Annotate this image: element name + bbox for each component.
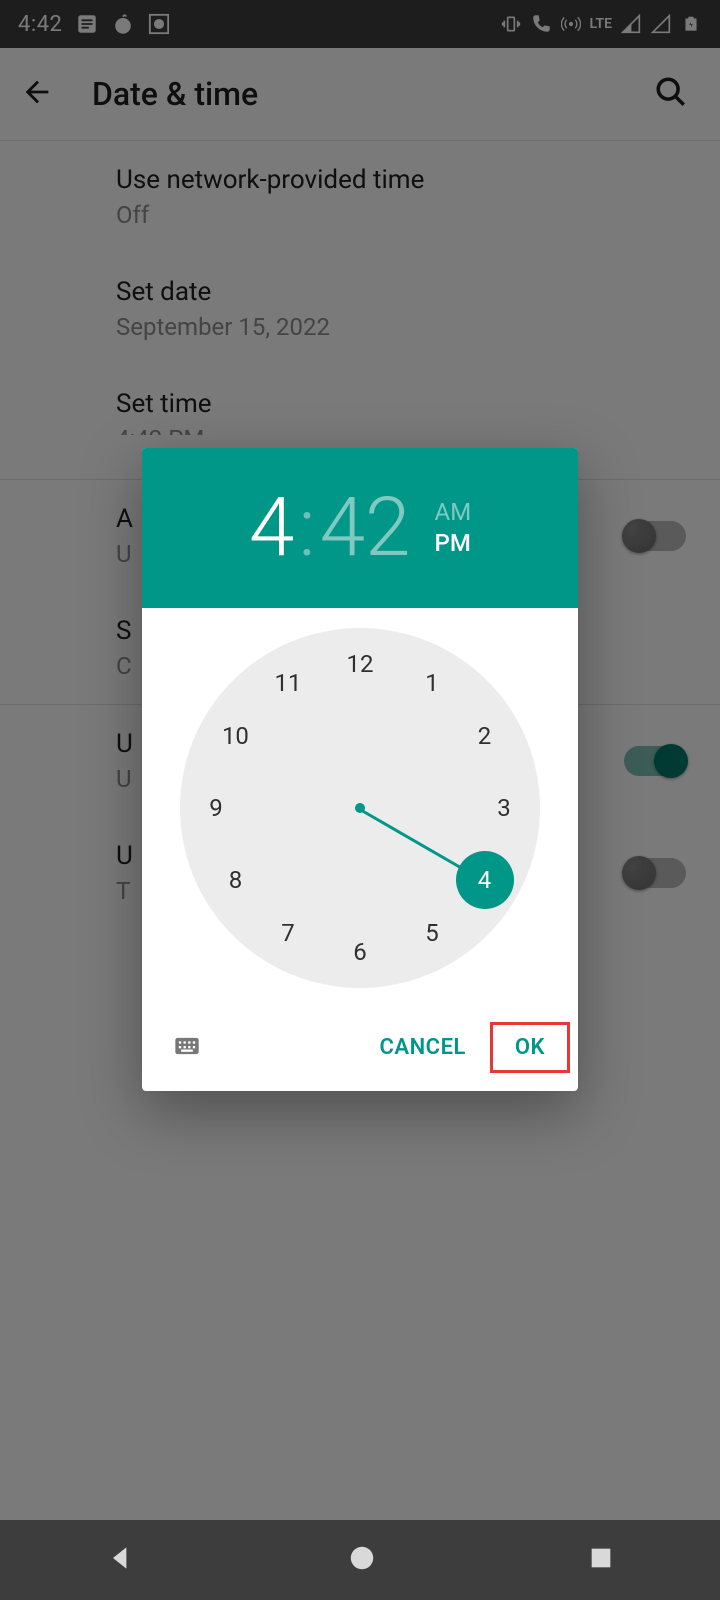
clock-num-2[interactable]: 2 bbox=[465, 716, 505, 756]
keyboard-input-icon[interactable] bbox=[162, 1024, 212, 1072]
clock-num-5[interactable]: 5 bbox=[412, 913, 452, 953]
clock-num-12[interactable]: 12 bbox=[340, 644, 380, 684]
time-picker-dialog: 4 : 42 AM PM 4 12 1 2 3 5 6 7 8 9 10 11 bbox=[142, 448, 578, 1091]
selected-hour-label: 4 bbox=[478, 866, 492, 894]
recent-nav-icon[interactable] bbox=[587, 1544, 615, 1576]
hour-value[interactable]: 4 bbox=[249, 487, 294, 569]
time-display: 4 : 42 bbox=[249, 487, 411, 569]
time-header: 4 : 42 AM PM bbox=[142, 448, 578, 608]
pm-option[interactable]: PM bbox=[435, 528, 472, 559]
clock-num-8[interactable]: 8 bbox=[215, 860, 255, 900]
am-option[interactable]: AM bbox=[435, 497, 472, 528]
time-colon: : bbox=[298, 487, 315, 569]
ok-button[interactable]: OK bbox=[490, 1022, 570, 1073]
minute-value[interactable]: 42 bbox=[320, 487, 411, 569]
clock-face[interactable]: 4 12 1 2 3 5 6 7 8 9 10 11 bbox=[180, 628, 540, 988]
ampm-selector: AM PM bbox=[435, 497, 472, 559]
clock-num-9[interactable]: 9 bbox=[196, 788, 236, 828]
dialog-actions: CANCEL OK bbox=[142, 1018, 578, 1091]
navigation-bar bbox=[0, 1520, 720, 1600]
clock-num-1[interactable]: 1 bbox=[412, 663, 452, 703]
clock-num-6[interactable]: 6 bbox=[340, 932, 380, 972]
clock-num-3[interactable]: 3 bbox=[484, 788, 524, 828]
selected-hour-indicator[interactable]: 4 bbox=[456, 851, 514, 909]
clock-center-dot bbox=[355, 803, 365, 813]
clock-num-10[interactable]: 10 bbox=[215, 716, 255, 756]
clock-num-7[interactable]: 7 bbox=[268, 913, 308, 953]
back-nav-icon[interactable] bbox=[105, 1542, 137, 1578]
clock-num-11[interactable]: 11 bbox=[268, 663, 308, 703]
clock-wrap: 4 12 1 2 3 5 6 7 8 9 10 11 bbox=[142, 608, 578, 1018]
cancel-button[interactable]: CANCEL bbox=[362, 1025, 484, 1070]
home-nav-icon[interactable] bbox=[347, 1543, 377, 1577]
